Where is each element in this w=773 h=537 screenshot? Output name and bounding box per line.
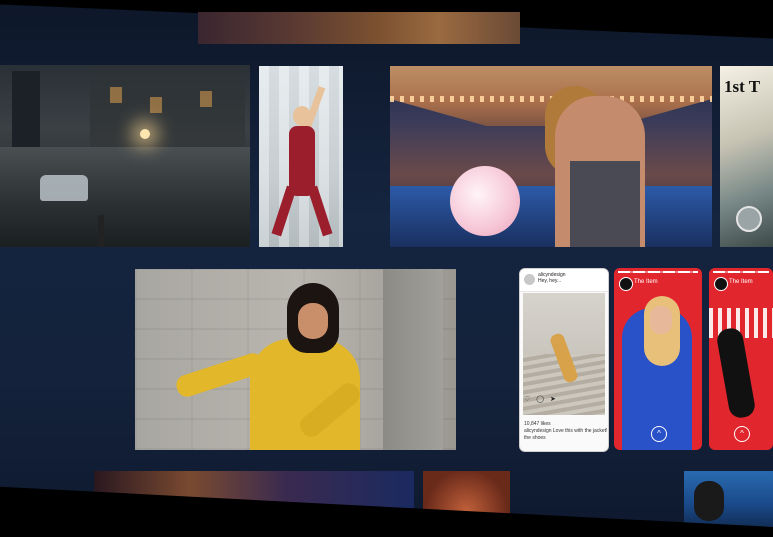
likes-count: 10,847 likes	[524, 421, 551, 427]
story-account: The Item	[729, 279, 753, 285]
story-account: The Item	[634, 279, 658, 285]
gallery-stage: 1st T alicyndesign Hey, hey... ♡ ◯ ➤ 10,…	[0, 0, 773, 537]
story-progress	[618, 271, 698, 273]
tank-top	[570, 161, 640, 247]
post-username: alicyndesign Hey, hey...	[538, 272, 566, 284]
photo-rainy-street[interactable]	[0, 65, 250, 247]
circle-badge	[736, 206, 762, 232]
face	[650, 306, 672, 334]
swipe-up-icon[interactable]: ^	[651, 426, 667, 442]
story-preview-2[interactable]: The Item ^	[709, 268, 773, 450]
photo-top-banner[interactable]	[198, 12, 520, 44]
avatar	[524, 274, 535, 285]
street-lamp	[140, 129, 150, 139]
window	[150, 97, 162, 113]
concrete-column	[383, 269, 443, 450]
car	[40, 175, 88, 201]
promo-text: 1st T	[724, 77, 761, 96]
head	[293, 106, 311, 126]
swipe-up-icon[interactable]: ^	[734, 426, 750, 442]
bumper-car-floor	[390, 186, 712, 247]
post-footer: 10,847 likes alicyndesign Love this with…	[524, 421, 608, 442]
face	[298, 303, 328, 339]
window	[110, 87, 122, 103]
bollard	[98, 215, 104, 247]
red-jumpsuit	[289, 126, 315, 196]
photo-jumping-woman[interactable]	[259, 66, 343, 247]
dancer	[715, 326, 757, 420]
photo-first-promo[interactable]: 1st T	[720, 66, 773, 247]
story-preview-1[interactable]: The Item ^	[614, 268, 702, 450]
caption: Hey, hey...	[538, 278, 562, 284]
story-progress	[713, 271, 769, 273]
post-actions-icons[interactable]: ♡ ◯ ➤	[524, 395, 558, 403]
social-post-preview[interactable]: alicyndesign Hey, hey... ♡ ◯ ➤ 10,847 li…	[519, 268, 609, 452]
window	[200, 91, 212, 107]
avatar	[714, 277, 728, 291]
hand	[694, 481, 724, 521]
avatar	[619, 277, 633, 291]
photo-yellow-jacket[interactable]	[135, 269, 456, 450]
photo-cotton-candy[interactable]	[390, 66, 712, 247]
post-header: alicyndesign Hey, hey...	[520, 269, 608, 292]
wet-road	[0, 146, 250, 247]
cotton-candy	[450, 166, 520, 236]
comment-text: alicyndesign Love this with the jacket! …	[524, 428, 608, 441]
